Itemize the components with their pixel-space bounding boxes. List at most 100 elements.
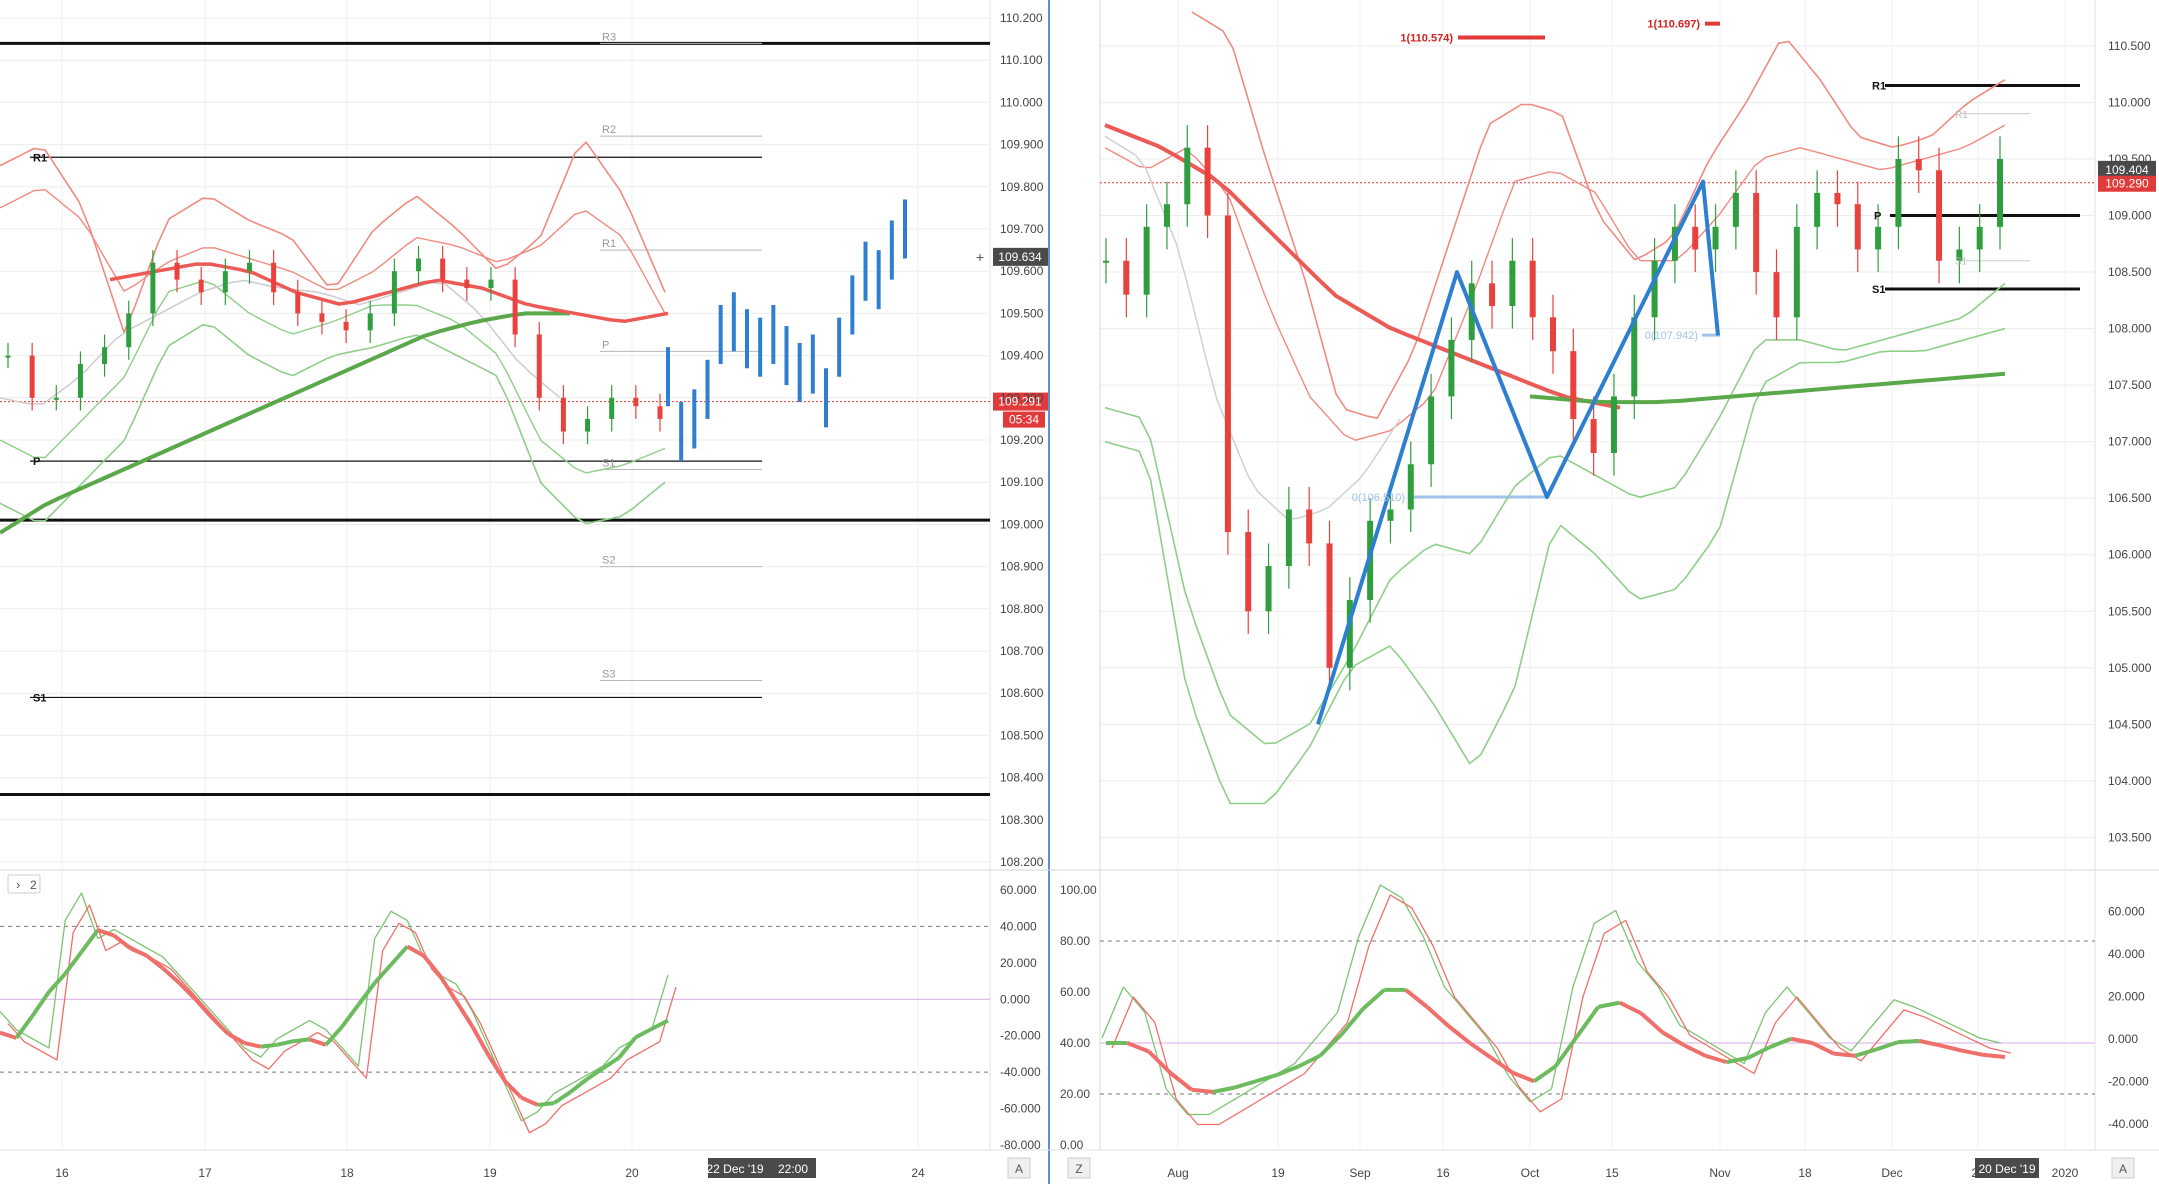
right-price-tick: 108.000 [2108,322,2152,336]
fib-point-label: 0(106.510) [1352,492,1405,504]
candle-body [1936,170,1943,261]
right-osc-right-tick: -40.000 [2108,1117,2149,1131]
left-price-tick: 109.700 [1000,222,1044,236]
candle-body [1407,464,1414,510]
left-price-tick: 108.700 [1000,644,1044,658]
candle-body [1123,260,1130,295]
faded-label: S1 [1955,257,1968,268]
candle-body [512,279,518,335]
left-time-tick: 16 [55,1166,69,1180]
right-osc-right-tick: 20.000 [2108,989,2145,1003]
candle-body [440,258,446,280]
right-price-tick: 103.500 [2108,830,2152,844]
candle-body [1997,158,2003,227]
candle-body [1448,339,1455,397]
right-time-tick: 15 [1605,1166,1619,1180]
candle-body [1265,566,1272,612]
candle-body [633,397,639,407]
candle-body [1489,283,1496,306]
right-price-tick: 110.500 [2108,39,2151,53]
zoom-button-label[interactable]: Z [1075,1162,1082,1176]
candle-body [1143,226,1150,295]
candle-body [1509,260,1516,306]
candle-body [222,271,228,293]
right-price-tick: 108.500 [2108,265,2152,279]
candle-body [1387,509,1394,521]
left-price-tick: 109.400 [1000,349,1044,363]
right-time-tick: Oct [1521,1166,1540,1180]
candle-body [271,262,277,293]
right-osc-right-tick: 0.000 [2108,1032,2138,1046]
right-osc-left-tick: 40.00 [1060,1036,1090,1050]
chevron-right-icon[interactable]: › [16,877,20,892]
candle-body [1753,192,1760,273]
osc-tick: -60.000 [1000,1102,1041,1116]
right-osc-right-tick: -20.000 [2108,1074,2149,1088]
crosshair-date: 22 Dec '19 [707,1162,764,1176]
candle-body [1875,226,1882,250]
faded-pivot-label: P [602,339,609,351]
osc-main-segment [260,1042,278,1049]
candle-body [1610,396,1617,453]
mode-button-label[interactable]: A [1015,1162,1023,1176]
indicator-toggle-label[interactable]: 2 [30,878,37,892]
candle-body [198,279,204,293]
right-price-tick: 106.500 [2108,491,2152,505]
candle-body [1184,147,1191,205]
left-price-tick: 109.200 [1000,433,1044,447]
candle-body [1529,260,1536,318]
right-osc-main-segment [1833,1051,1856,1058]
left-price-tick: 108.600 [1000,686,1044,700]
countdown-text: 05:34 [1009,413,1039,427]
right-pivot-label-s1: S1 [1872,284,1885,296]
osc-main-segment [537,1101,555,1107]
left-price-tick: 108.300 [1000,813,1044,827]
right-osc-left-tick: 60.00 [1060,985,1090,999]
right-price-tick: 110.000 [2108,95,2151,109]
crosshair-plus-icon[interactable]: + [976,249,984,265]
candle-body [246,262,252,272]
candle-body [1915,158,1922,171]
candle-body [1204,147,1211,216]
osc-main-segment [293,1037,310,1044]
candle-body [609,397,615,419]
right-mode-button-label[interactable]: A [2119,1162,2127,1176]
candle-body [77,364,83,398]
candle-body [657,406,663,419]
candle-body [53,397,59,400]
candle-body [174,262,180,280]
right-pivot-label-r1: R1 [1872,80,1886,92]
left-price-tick: 108.400 [1000,771,1044,785]
candle-body [1793,226,1800,318]
right-osc-left-tick: 100.00 [1060,883,1097,897]
left-price-tick: 109.500 [1000,306,1044,320]
candle-body [1834,192,1841,205]
left-time-tick: 17 [198,1166,212,1180]
candle-body [1306,509,1313,544]
fib-target-label: 1(110.697) [1647,19,1700,31]
right-price-tick: 105.000 [2108,661,2152,675]
candle-body [585,418,591,432]
left-time-tick: 24 [911,1166,925,1180]
candle-body [1712,226,1719,250]
right-osc-left-tick: 80.00 [1060,934,1090,948]
left-price-tick: 108.800 [1000,602,1044,616]
chart-workspace: 110.200 110.100 110.000 109.900 109.800 109.7… [0,0,2159,1184]
right-osc-right-tick: 60.000 [2108,904,2145,918]
right-osc-left-tick: 0.00 [1060,1138,1084,1152]
left-time-tick: 20 [625,1166,639,1180]
left-time-tick: 18 [340,1166,354,1180]
right-osc-main-segment [1983,1052,2006,1060]
candle-body [1550,317,1556,352]
candle-body [1976,226,1983,250]
left-price-tick: 110.000 [1000,95,1043,109]
candle-body [1651,260,1658,318]
candle-body [1103,260,1109,263]
candle-body [1692,226,1699,250]
candle-body [560,397,566,432]
candle-body [343,321,349,331]
last-price-text: 109.291 [998,395,1042,409]
candle-body [1895,158,1902,227]
left-price-tick: 109.600 [1000,264,1044,278]
fib-target-label: 1(110.574) [1400,33,1453,45]
